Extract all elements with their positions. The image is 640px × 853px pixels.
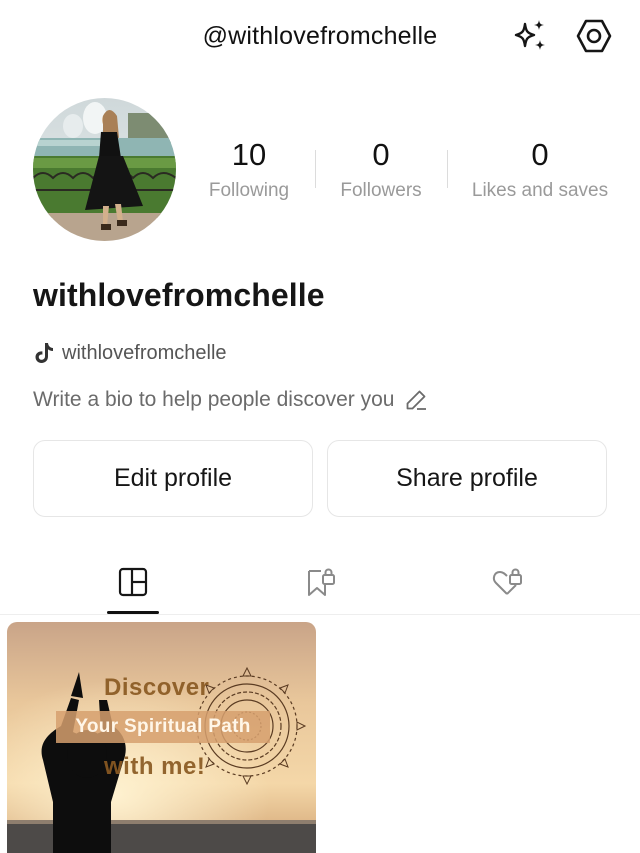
post-thumbnail[interactable]: Discover Your Spiritual Path with me!	[7, 622, 316, 853]
stat-likes-saves[interactable]: 0 Likes and saves	[462, 138, 618, 202]
post-text-banner: Your Spiritual Path	[56, 711, 270, 743]
stat-divider	[447, 150, 448, 188]
followers-label: Followers	[340, 180, 422, 201]
tiktok-icon	[35, 343, 53, 363]
tab-saved[interactable]	[290, 560, 350, 604]
post-text-line-3: with me!	[104, 753, 206, 780]
likes-label: Likes and saves	[471, 180, 609, 201]
post-text-line-2: Your Spiritual Path	[75, 716, 251, 737]
profile-photo	[33, 98, 176, 241]
active-tab-indicator	[107, 611, 159, 614]
stat-divider	[315, 150, 316, 188]
pencil-icon	[406, 390, 426, 410]
tab-posts[interactable]	[103, 560, 163, 604]
sparkles-icon	[514, 20, 545, 50]
settings-button[interactable]	[572, 14, 616, 58]
followers-count: 0	[372, 137, 390, 172]
tiktok-link[interactable]: withlovefromchelle	[33, 340, 227, 366]
share-profile-button[interactable]: Share profile	[327, 440, 607, 517]
edit-profile-button[interactable]: Edit profile	[33, 440, 313, 517]
settings-hexagon-icon	[576, 19, 612, 53]
post-text-line-1: Discover	[104, 674, 210, 701]
stat-followers[interactable]: 0 Followers	[328, 138, 434, 202]
sparkles-button[interactable]	[508, 14, 552, 58]
posts-grid-icon	[118, 567, 148, 597]
bio-placeholder: Write a bio to help people discover you	[33, 388, 395, 411]
avatar[interactable]	[33, 98, 176, 241]
following-label: Following	[208, 180, 290, 201]
display-name: withlovefromchelle	[33, 277, 325, 313]
top-bar: @withlovefromchelle	[0, 0, 640, 72]
profile-tabs	[0, 550, 640, 615]
likes-count: 0	[531, 137, 549, 172]
bio-prompt[interactable]: Write a bio to help people discover you	[33, 386, 428, 414]
liked-locked-icon	[492, 568, 522, 595]
tiktok-handle: withlovefromchelle	[62, 341, 227, 364]
following-count: 10	[231, 137, 267, 172]
stat-following[interactable]: 10 Following	[194, 138, 304, 202]
saved-locked-icon	[308, 568, 335, 596]
tab-liked[interactable]	[477, 560, 537, 604]
profile-screen: @withlovefromchelle 10 Following 0 Follo…	[0, 0, 640, 853]
